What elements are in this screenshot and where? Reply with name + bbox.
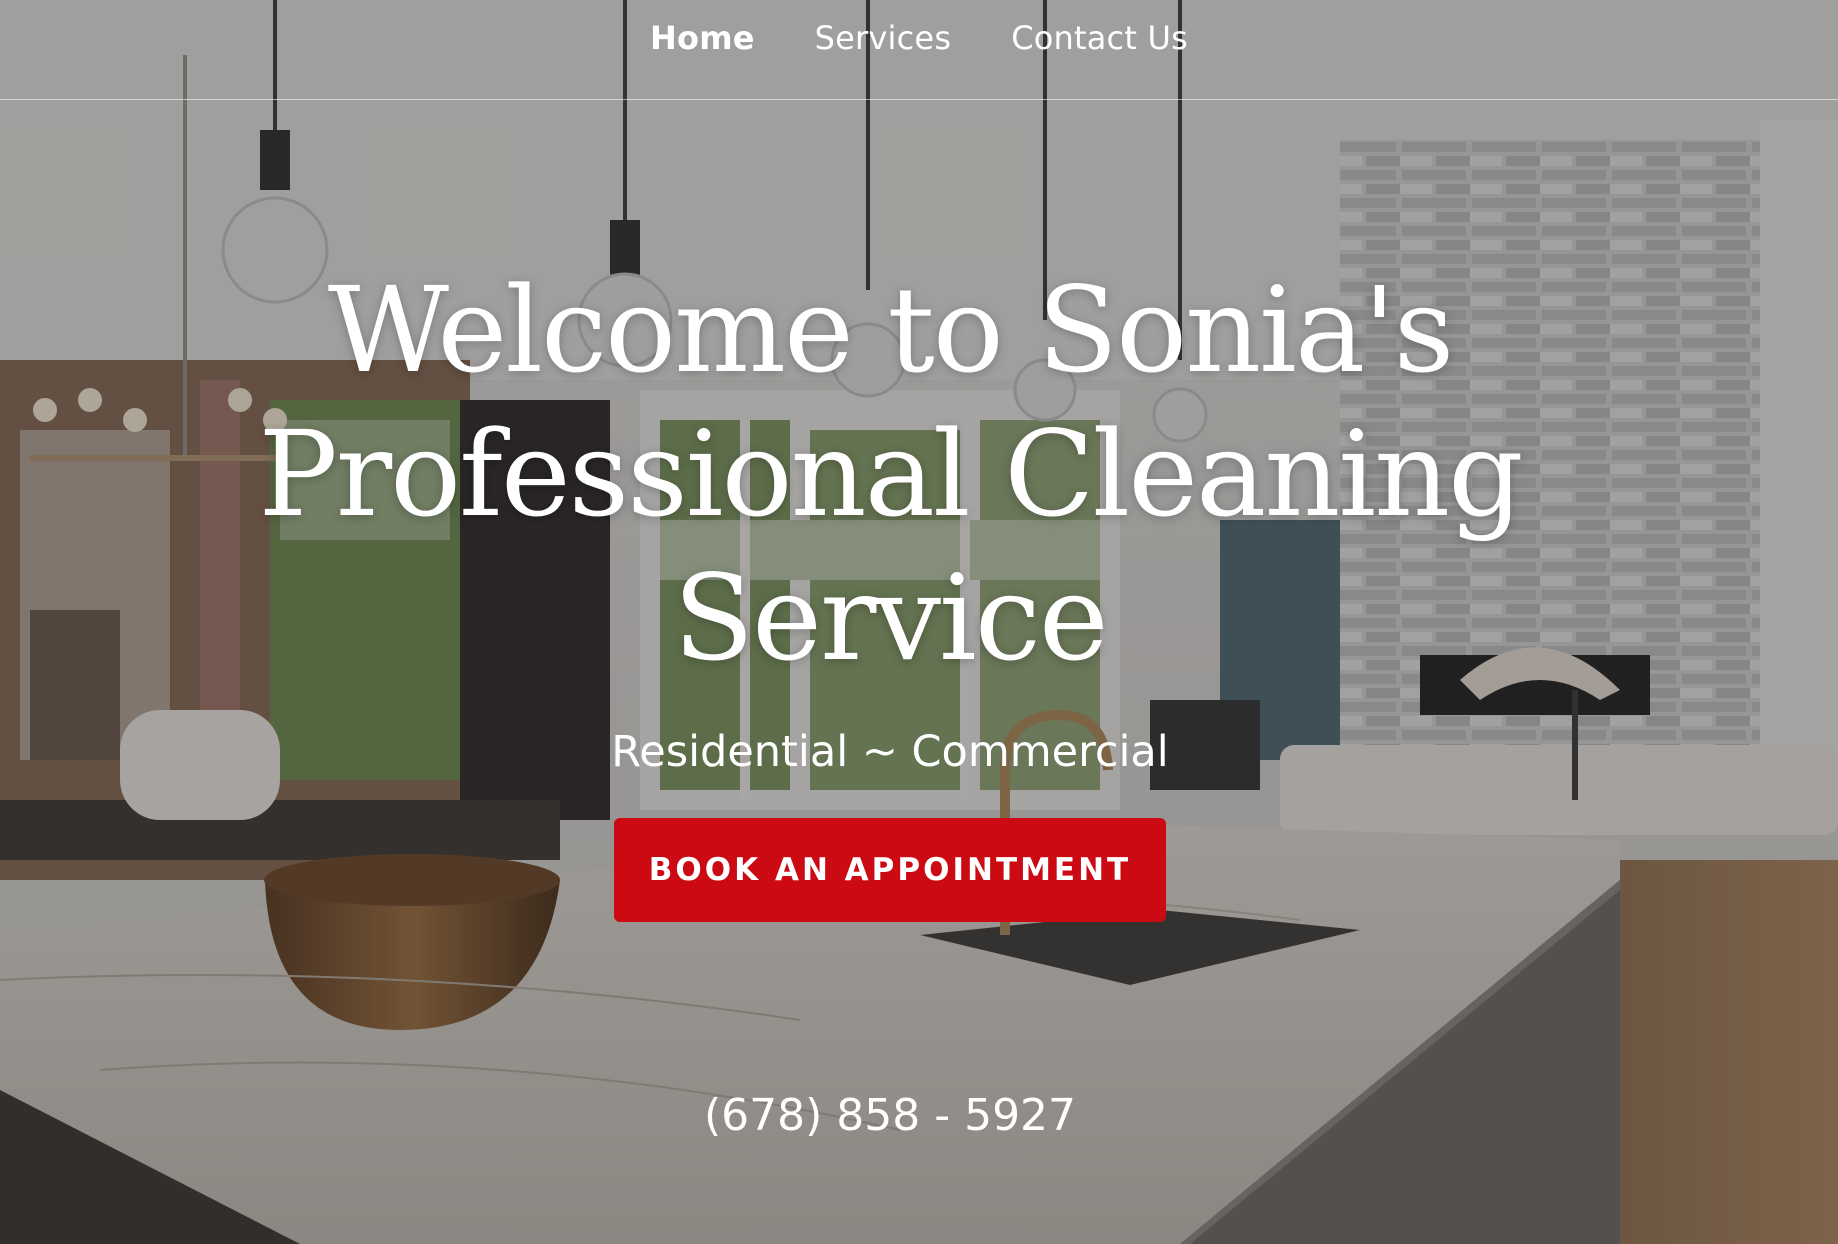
phone-number-link[interactable]: (678) 858 - 5927 xyxy=(0,1088,1780,1144)
book-appointment-button[interactable]: BOOK AN APPOINTMENT xyxy=(614,818,1166,922)
nav-home-link[interactable]: Home xyxy=(650,19,755,57)
hero-section: Home Services Contact Us Welcome to Soni… xyxy=(0,0,1838,1244)
nav-contact-us-link[interactable]: Contact Us xyxy=(1011,19,1188,57)
hero-tagline: Residential ~ Commercial xyxy=(611,727,1169,777)
hero-headline: Welcome to Sonia's Professional Cleaning… xyxy=(258,261,1523,687)
nav-services-link[interactable]: Services xyxy=(815,19,952,57)
top-navigation: Home Services Contact Us xyxy=(0,0,1838,100)
